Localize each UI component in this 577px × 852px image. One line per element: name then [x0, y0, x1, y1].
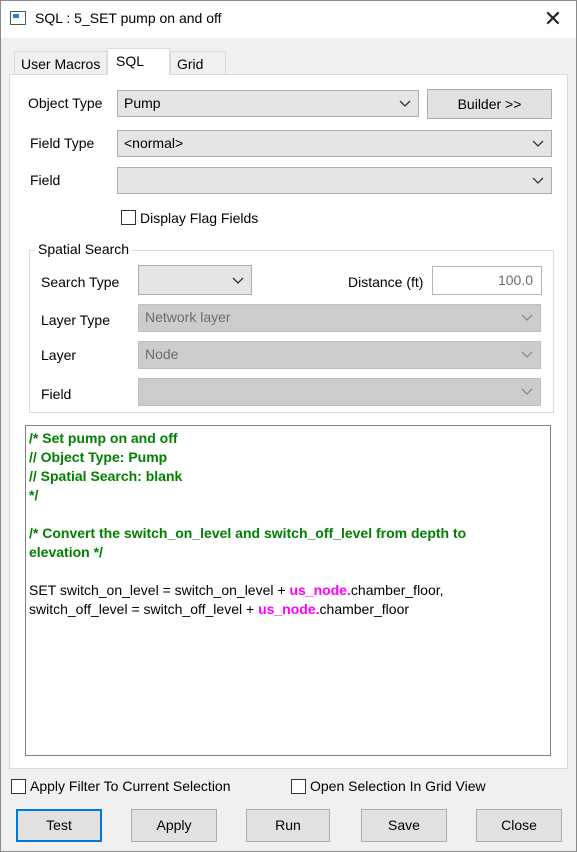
- editor-comment-line: // Spatial Search: blank: [29, 468, 183, 484]
- close-button[interactable]: Close: [476, 809, 562, 842]
- field-select[interactable]: [117, 167, 552, 194]
- code-keyword: us_node.: [258, 601, 320, 617]
- spatial-search-title: Spatial Search: [35, 241, 133, 257]
- search-type-select[interactable]: [138, 265, 252, 295]
- tab-user-macros[interactable]: User Macros: [14, 51, 108, 75]
- builder-button[interactable]: Builder >>: [427, 89, 552, 119]
- editor-comment-line: // Object Type: Pump: [29, 449, 168, 465]
- chevron-down-icon: [521, 387, 533, 396]
- layer-value: Node: [145, 346, 179, 362]
- code-text: chamber_floor: [319, 601, 410, 617]
- layer-select[interactable]: Node: [138, 341, 541, 369]
- open-selection-label: Open Selection In Grid View: [310, 778, 486, 794]
- save-button[interactable]: Save: [361, 809, 447, 842]
- object-type-label: Object Type: [28, 95, 103, 111]
- chevron-down-icon: [521, 313, 533, 322]
- layer-type-label: Layer Type: [41, 312, 111, 328]
- editor-blank-line: [29, 562, 550, 581]
- spatial-field-select[interactable]: [138, 378, 541, 406]
- layer-label: Layer: [41, 347, 77, 363]
- window-title: SQL : 5_SET pump on and off: [35, 10, 222, 26]
- editor-code-line: switch_off_level = switch_off_level + us…: [29, 600, 550, 619]
- code-text: chamber_floor,: [350, 582, 444, 598]
- field-type-select[interactable]: <normal>: [117, 130, 552, 157]
- editor-comment-line: */: [29, 487, 39, 503]
- layer-type-select[interactable]: Network layer: [138, 304, 541, 332]
- object-type-value: Pump: [124, 95, 161, 111]
- app-icon: [10, 11, 26, 25]
- editor-comment-line: elevation */: [29, 544, 103, 560]
- open-selection-checkbox[interactable]: [291, 779, 306, 794]
- chevron-down-icon: [399, 99, 411, 108]
- apply-button[interactable]: Apply: [131, 809, 217, 842]
- field-label: Field: [30, 172, 61, 188]
- apply-filter-checkbox[interactable]: [11, 779, 26, 794]
- chevron-down-icon: [532, 176, 544, 185]
- tab-sql[interactable]: SQL: [107, 48, 170, 75]
- layer-type-value: Network layer: [145, 309, 231, 325]
- distance-label: Distance (ft): [348, 274, 424, 290]
- editor-blank-line: [29, 505, 550, 524]
- editor-code-line: SET switch_on_level = switch_on_level + …: [29, 581, 550, 600]
- display-flag-fields-label: Display Flag Fields: [140, 210, 259, 226]
- code-text: SET switch_on_level = switch_on_level +: [29, 582, 290, 598]
- field-type-label: Field Type: [30, 135, 95, 151]
- code-keyword: us_node.: [289, 582, 351, 598]
- close-icon[interactable]: ✕: [531, 4, 575, 34]
- test-button[interactable]: Test: [16, 809, 102, 842]
- object-type-select[interactable]: Pump: [117, 90, 419, 117]
- tab-grid[interactable]: Grid: [170, 51, 226, 75]
- apply-filter-label: Apply Filter To Current Selection: [30, 778, 231, 794]
- distance-input[interactable]: 100.0: [432, 266, 542, 295]
- code-text: switch_off_level = switch_off_level +: [29, 601, 259, 617]
- run-button[interactable]: Run: [246, 809, 330, 842]
- editor-comment-line: /* Set pump on and off: [29, 430, 178, 446]
- spatial-field-label: Field: [41, 386, 72, 402]
- sql-editor[interactable]: /* Set pump on and off // Object Type: P…: [25, 425, 551, 756]
- editor-comment-line: /* Convert the switch_on_level and switc…: [29, 525, 467, 541]
- search-type-label: Search Type: [41, 274, 120, 290]
- chevron-down-icon: [532, 139, 544, 148]
- chevron-down-icon: [232, 276, 244, 285]
- chevron-down-icon: [521, 350, 533, 359]
- display-flag-fields-checkbox[interactable]: [121, 210, 136, 225]
- field-type-value: <normal>: [124, 135, 184, 151]
